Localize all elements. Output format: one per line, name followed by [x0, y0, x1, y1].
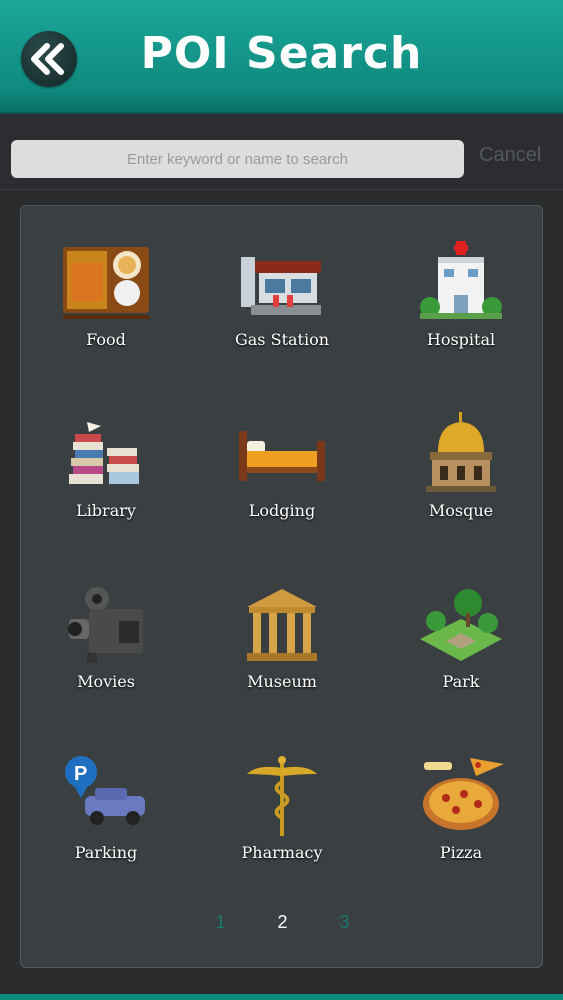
search-bar: Cancel: [0, 114, 563, 190]
category-label: Movies: [77, 672, 135, 691]
cancel-button[interactable]: Cancel: [479, 144, 541, 167]
search-input[interactable]: [11, 140, 464, 178]
category-parking[interactable]: P Parking: [21, 753, 191, 883]
page-title: POI Search: [140, 28, 423, 79]
category-pharmacy[interactable]: Pharmacy: [197, 753, 367, 883]
category-label: Parking: [74, 843, 138, 862]
category-label: Pharmacy: [241, 843, 323, 862]
caduceus-icon: [237, 753, 327, 839]
category-label: Park: [442, 672, 480, 691]
category-park[interactable]: Park: [376, 582, 546, 712]
category-gas-station[interactable]: Gas Station: [197, 240, 367, 370]
category-hospital[interactable]: Hospital: [376, 240, 546, 370]
movie-camera-icon: [61, 582, 151, 668]
mosque-icon: [416, 411, 506, 497]
category-label: Hospital: [426, 330, 496, 349]
book-stack-icon: [61, 411, 151, 497]
category-movies[interactable]: Movies: [21, 582, 191, 712]
page-2-button[interactable]: 2: [277, 912, 287, 933]
pizza-icon: [416, 753, 506, 839]
bottom-accent-bar: [0, 994, 563, 1000]
hospital-icon: [416, 240, 506, 326]
category-library[interactable]: Library: [21, 411, 191, 541]
parking-car-icon: P: [61, 753, 151, 839]
museum-icon: [237, 582, 327, 668]
category-label: Lodging: [248, 501, 316, 520]
gas-station-icon: [237, 240, 327, 326]
page-3-button[interactable]: 3: [340, 912, 350, 933]
category-mosque[interactable]: Mosque: [376, 411, 546, 541]
category-label: Gas Station: [234, 330, 330, 349]
category-food[interactable]: Food: [21, 240, 191, 370]
category-panel: Food Gas Station Hospital Library Lodgin…: [20, 205, 543, 968]
category-label: Mosque: [428, 501, 494, 520]
category-label: Library: [76, 501, 136, 520]
header-bar: POI Search: [0, 0, 563, 114]
pagination: 1 2 3: [21, 912, 544, 933]
bed-icon: [237, 411, 327, 497]
category-label: Museum: [247, 672, 317, 691]
category-pizza[interactable]: Pizza: [376, 753, 546, 883]
category-lodging[interactable]: Lodging: [197, 411, 367, 541]
category-museum[interactable]: Museum: [197, 582, 367, 712]
park-icon: [416, 582, 506, 668]
svg-text:P: P: [74, 763, 87, 785]
category-label: Pizza: [439, 843, 483, 862]
category-label: Food: [86, 330, 126, 349]
page-1-button[interactable]: 1: [215, 912, 225, 933]
bento-box-icon: [61, 240, 151, 326]
